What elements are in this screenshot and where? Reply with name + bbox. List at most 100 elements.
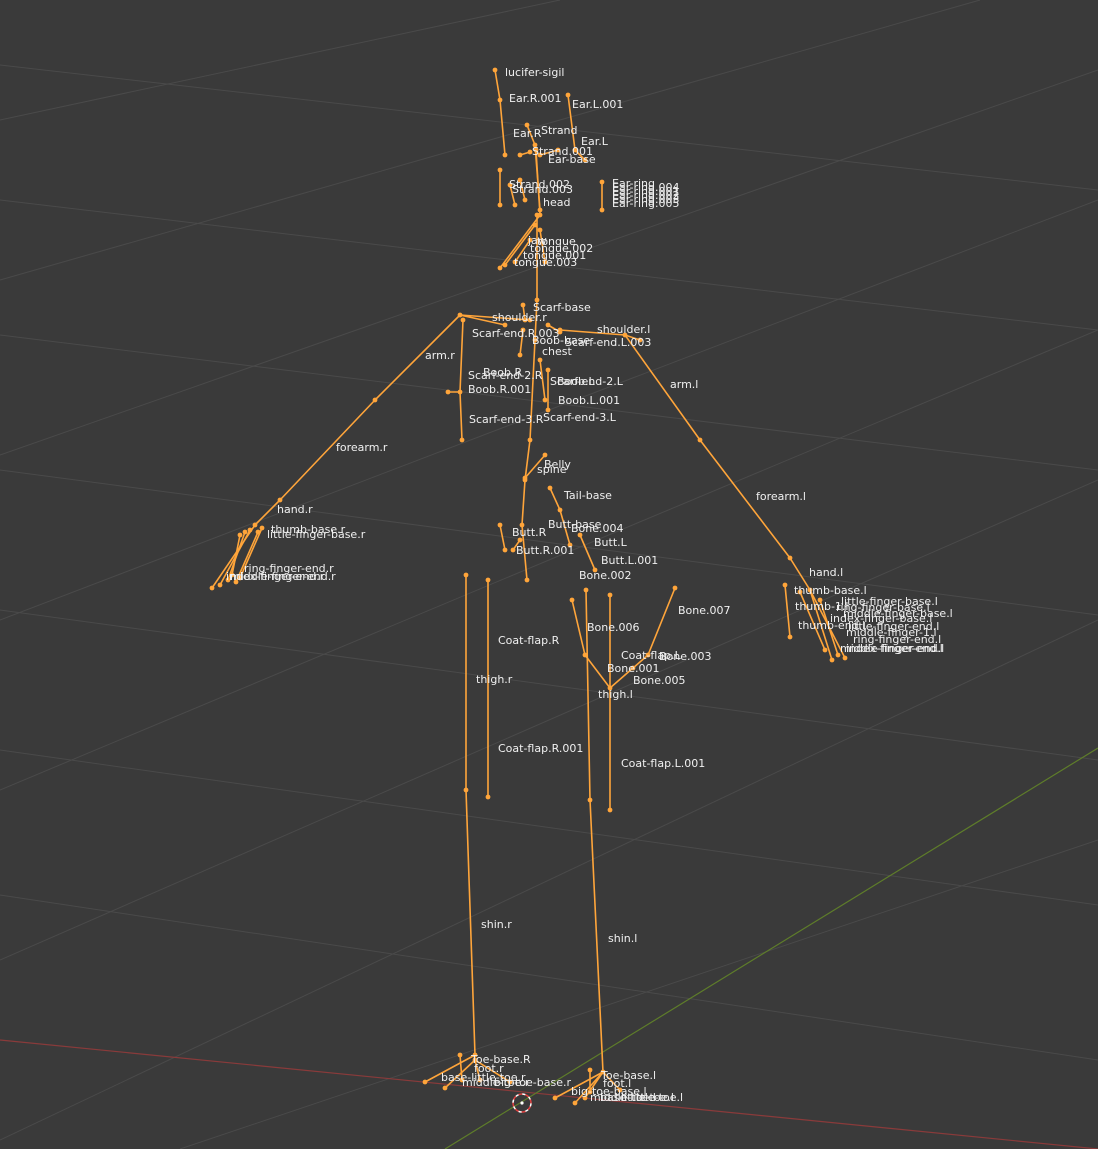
bone-joint xyxy=(255,529,261,535)
bone-label: Bone.006 xyxy=(587,621,640,634)
bone-joint xyxy=(492,67,498,73)
bone-label: thumb-1.l xyxy=(795,600,848,613)
bone-label: hand.r xyxy=(277,503,313,516)
3d-viewport[interactable]: lucifer-sigil Ear.R.001 Ear.L.001 Ear.R Stra… xyxy=(0,0,1098,1149)
bone-joint xyxy=(842,655,848,661)
grid-line xyxy=(0,329,1098,791)
bone-label: Ear.L.001 xyxy=(572,98,623,111)
bone-joint xyxy=(522,197,528,203)
bone-label: lucifer-sigil xyxy=(505,66,564,79)
bone-joint xyxy=(457,389,463,395)
grid-line xyxy=(0,0,981,281)
armature-view[interactable]: lucifer-sigilEar.R.001 Ear.L.001Ear.R Stra… xyxy=(0,0,1098,1149)
bone-label: Ear.R xyxy=(513,127,542,140)
bone-label: middle-finger-end.l xyxy=(840,642,944,655)
bone-segment[interactable] xyxy=(571,599,586,656)
bone-joint xyxy=(512,202,518,208)
bone-joint xyxy=(582,652,588,658)
bone-joint xyxy=(459,437,465,443)
bone-segment[interactable] xyxy=(521,479,526,526)
armature-bones[interactable] xyxy=(211,69,846,1104)
bone-segment[interactable] xyxy=(549,487,561,511)
grid-line xyxy=(0,469,1098,616)
bone-joint xyxy=(502,152,508,158)
bone-joint xyxy=(457,1052,463,1058)
bone-segment[interactable] xyxy=(647,587,676,656)
bone-label: thigh.r xyxy=(476,673,513,686)
bone-label: Scarf-end-3.R xyxy=(469,413,544,426)
bone-joint xyxy=(517,152,523,158)
bone-segment[interactable] xyxy=(499,524,506,551)
bone-joint xyxy=(534,212,540,218)
3d-cursor-icon[interactable] xyxy=(512,1093,532,1113)
bone-label: Boob.L.001 xyxy=(558,394,620,407)
bone-joint xyxy=(457,312,463,318)
x-axis-line xyxy=(0,1039,1098,1149)
bone-joint xyxy=(445,389,451,395)
bone-label: Butt.L xyxy=(594,536,628,549)
bone-segment[interactable] xyxy=(459,319,464,393)
bone-label: base-little-toe.l xyxy=(600,1091,683,1104)
bone-label: Boob.R.001 xyxy=(468,383,531,396)
bone-joint xyxy=(537,227,543,233)
bone-label: Bone.005 xyxy=(633,674,686,687)
bone-joint xyxy=(442,1085,448,1091)
bone-label: Bone.004 xyxy=(571,522,624,535)
bone-joint xyxy=(697,437,703,443)
bone-joint xyxy=(542,452,548,458)
bone-joint xyxy=(463,572,469,578)
bone-label: Butt.R xyxy=(512,526,547,539)
bone-joint xyxy=(497,265,503,271)
bone-joint xyxy=(557,507,563,513)
bone-segment[interactable] xyxy=(579,534,596,571)
bone-joint xyxy=(587,1067,593,1073)
bone-joint xyxy=(545,367,551,373)
bone-joint xyxy=(217,582,223,588)
bone-joint xyxy=(572,1100,578,1106)
bone-joint xyxy=(542,397,548,403)
bone-segment[interactable] xyxy=(459,391,463,441)
bone-segment[interactable] xyxy=(494,69,501,101)
bone-label: spine xyxy=(537,463,567,476)
bone-segment[interactable] xyxy=(465,789,476,1056)
bone-segment[interactable] xyxy=(499,99,506,156)
bone-segment[interactable] xyxy=(784,584,791,638)
bone-segment[interactable] xyxy=(231,534,241,576)
bone-label: tongue.003 xyxy=(514,256,577,269)
bone-joint xyxy=(522,475,528,481)
bone-label: Ear.R.001 xyxy=(509,92,561,105)
bone-joint xyxy=(460,317,466,323)
bone-label: shin.r xyxy=(481,918,512,931)
bone-label: Ear-base xyxy=(548,153,596,166)
bone-joint xyxy=(527,437,533,443)
bone-joint xyxy=(247,527,253,533)
bone-joint xyxy=(277,497,283,503)
bone-joint xyxy=(547,485,553,491)
bone-joint xyxy=(497,202,503,208)
bone-joint xyxy=(607,592,613,598)
bone-label: Butt.R.001 xyxy=(516,544,574,557)
bone-joint xyxy=(829,657,835,663)
bone-label: Scarf-end.L.003 xyxy=(565,336,651,349)
bone-joint xyxy=(237,532,243,538)
bone-joint xyxy=(587,797,593,803)
bone-label: forearm.l xyxy=(756,490,806,503)
bone-joint xyxy=(463,787,469,793)
bone-joint xyxy=(565,92,571,98)
bone-joint xyxy=(252,522,258,528)
bone-label: Scarf-end-2.L xyxy=(550,375,624,388)
bone-label: arm.r xyxy=(425,349,455,362)
bone-joint xyxy=(607,807,613,813)
bone-label: forearm.r xyxy=(336,441,388,454)
bone-joint xyxy=(485,794,491,800)
bone-joint xyxy=(672,585,678,591)
bone-segment[interactable] xyxy=(589,799,604,1073)
bone-label: shoulder.l xyxy=(597,323,650,336)
bone-joint xyxy=(209,585,215,591)
bone-joint xyxy=(497,167,503,173)
bone-label: shin.l xyxy=(608,932,637,945)
bone-joint xyxy=(524,577,530,583)
bone-label: middle-finger-end.r xyxy=(230,570,336,583)
bone-joint xyxy=(599,179,605,185)
bone-joint xyxy=(537,207,543,213)
